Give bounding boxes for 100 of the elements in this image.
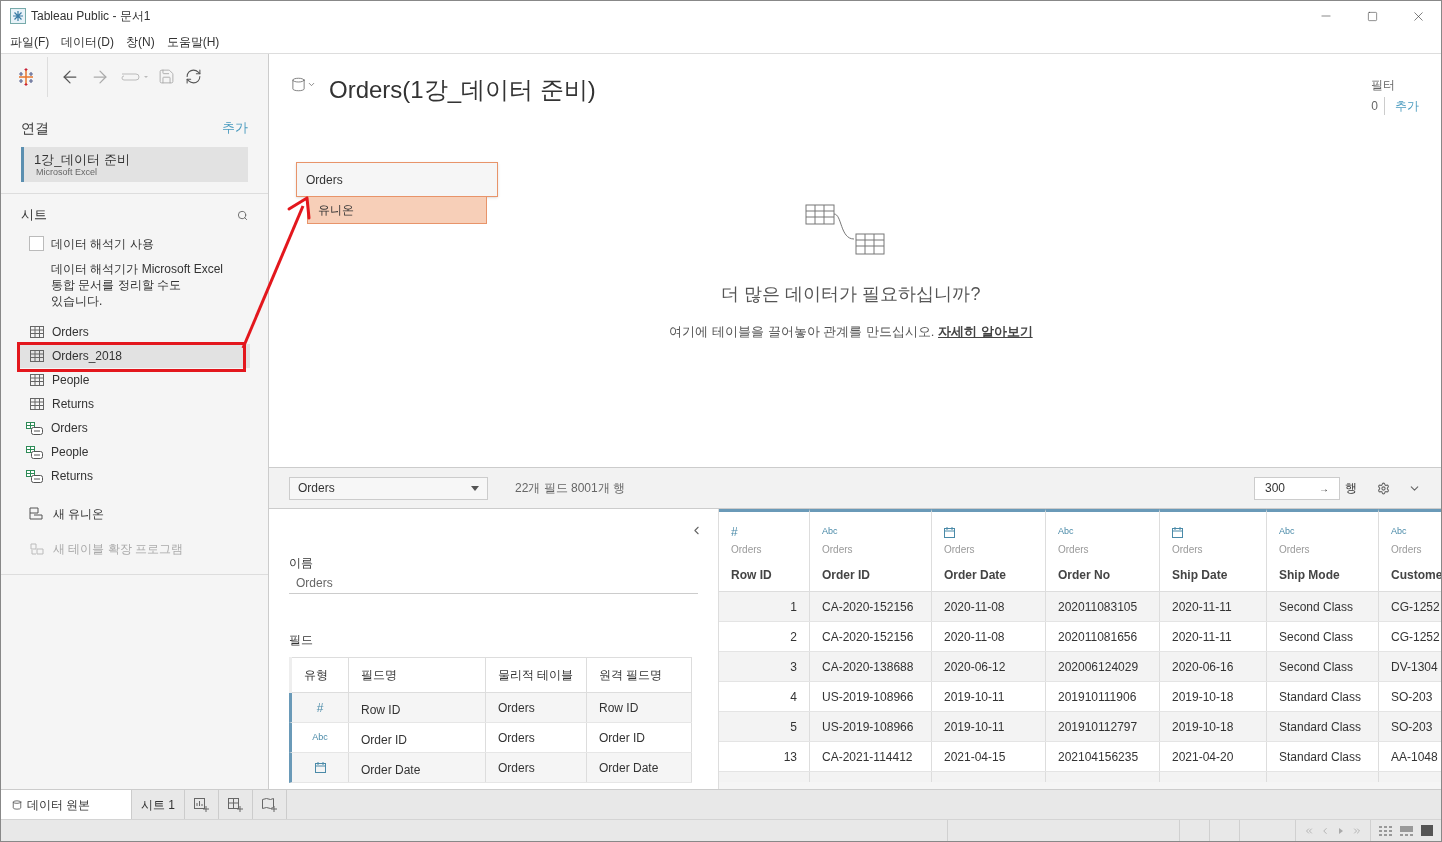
grid-view-icon[interactable]	[1379, 825, 1392, 836]
window-title: Tableau Public - 문서1	[31, 8, 151, 25]
rows-label: 행	[1345, 480, 1357, 497]
table-cell: Second Class	[1267, 592, 1379, 621]
table-cell: 2020-06-16	[1160, 652, 1267, 681]
empty-description: 여기에 테이블을 끌어놓아 관계를 만드십시오. 자세히 알아보기	[669, 323, 1033, 341]
table-cell: 1	[719, 592, 810, 621]
menu-item[interactable]: 데이터(D)	[55, 33, 120, 51]
table-cell: Row ID	[349, 693, 486, 722]
table-cell: US-2019-108966	[810, 712, 932, 741]
search-icon[interactable]	[237, 209, 248, 221]
calendar-icon	[1172, 526, 1183, 538]
column-source: Orders	[822, 543, 854, 557]
filter-label: 필터	[1371, 77, 1397, 94]
menu-item[interactable]: 창(N)	[120, 33, 161, 51]
connection-name: 1강_데이터 준비	[34, 151, 132, 167]
table-icon	[30, 398, 44, 410]
column-header[interactable]: 원격 필드명	[587, 658, 692, 692]
previous-page-icon[interactable]	[1320, 825, 1330, 836]
column-name: Order No	[1058, 567, 1111, 584]
table-cell: 2019-10-11	[932, 712, 1046, 741]
union-card[interactable]: 유니온	[307, 197, 487, 224]
settings-icon[interactable]	[1377, 481, 1390, 495]
tableau-logo-icon[interactable]	[17, 67, 35, 86]
new-union-link[interactable]: 새 유니온	[53, 505, 105, 523]
name-field[interactable]: Orders	[289, 572, 698, 594]
table-cell: 202006124029	[1046, 652, 1160, 681]
datasource-icon[interactable]	[291, 77, 306, 92]
table-cell: CA-2020-152156	[810, 622, 932, 651]
table-cell: 201910112797	[1046, 712, 1160, 741]
sheet-item[interactable]: People	[19, 368, 250, 392]
table-cell: Order ID	[587, 723, 692, 752]
column-source: Orders	[1279, 543, 1311, 557]
column-source: Orders	[731, 543, 763, 557]
table-cell: 2020-06-12	[932, 652, 1046, 681]
menu-item[interactable]: 파일(F)	[4, 33, 56, 51]
interpreter-description: 데이터 해석기가 Microsoft Excel 통합 문서를 정리할 수도 있습니다.	[50, 261, 225, 309]
column-header[interactable]: 필드명	[349, 658, 486, 692]
table-cell: 2019-10-18	[1160, 682, 1267, 711]
refresh-icon[interactable]	[185, 68, 202, 85]
table-cell: 2020-11-08	[932, 592, 1046, 621]
save-icon[interactable]	[158, 68, 175, 85]
column-source: Orders	[1172, 543, 1204, 557]
table-cell: AA-1048	[1379, 742, 1441, 771]
last-page-icon[interactable]	[1352, 825, 1362, 836]
table-cell: SO-203	[1379, 682, 1441, 711]
checkbox-label: 데이터 해석기 사용	[51, 235, 154, 253]
table-cell: 2019-10-18	[1160, 712, 1267, 741]
table-cell: Orders	[486, 723, 587, 752]
filmstrip-view-icon[interactable]	[1400, 825, 1413, 836]
column-name: Row ID	[731, 567, 773, 584]
section-title: 연결	[21, 118, 49, 138]
table-cell: 2021-04-20	[1160, 742, 1267, 771]
sheet-item[interactable]: Returns	[19, 392, 250, 416]
sheet-tab[interactable]: 데이터 원본	[1, 790, 132, 819]
calendar-icon	[944, 526, 955, 538]
table-icon	[30, 350, 44, 362]
maximize-icon	[1366, 10, 1378, 22]
table-cell: CG-1252	[1379, 622, 1441, 651]
column-header[interactable]: 유형	[292, 658, 349, 692]
table-cell: 2020-11-11	[1160, 622, 1267, 651]
string-type-icon: Abc	[1391, 525, 1407, 539]
connection-item[interactable]: 1강_데이터 준비 Microsoft Excel	[21, 147, 248, 182]
datasource-title: Orders(1강_데이터 준비)	[329, 75, 596, 105]
menu-item[interactable]: 도움말(H)	[160, 33, 226, 51]
union-icon	[29, 507, 43, 521]
column-source: Orders	[1058, 543, 1090, 557]
table-cell: Standard Class	[1267, 742, 1379, 771]
string-type-icon: Abc	[822, 525, 838, 539]
table-cell: CG-1252	[1379, 592, 1441, 621]
table-cell: 202011083105	[1046, 592, 1160, 621]
table-icon	[30, 374, 44, 386]
caret-icon[interactable]	[307, 80, 316, 89]
dropdown-caret-icon	[471, 485, 479, 491]
table-cell: Standard Class	[1267, 682, 1379, 711]
column-name: Ship Mode	[1279, 567, 1341, 584]
row-count-field[interactable]: 300 →	[1254, 476, 1340, 500]
redo-icon[interactable]	[120, 70, 148, 83]
learn-more-link[interactable]: 자세히 알아보기	[938, 324, 1033, 339]
sheet-item[interactable]: Orders	[19, 416, 250, 440]
table-cell: 202104156235	[1046, 742, 1160, 771]
column-name: Ship Date	[1172, 567, 1229, 584]
column-header[interactable]: 물리적 테이블	[486, 658, 587, 692]
apply-arrow-icon[interactable]: →	[1319, 480, 1329, 496]
new-worksheet-icon	[193, 797, 210, 812]
named-range-icon	[26, 421, 43, 435]
table-card[interactable]: Orders	[296, 162, 498, 197]
table-cell: Second Class	[1267, 652, 1379, 681]
sheet-item[interactable]: Returns	[19, 464, 250, 488]
sheet-item[interactable]: People	[19, 440, 250, 464]
checkbox[interactable]	[29, 236, 44, 251]
sheet-item[interactable]: Orders	[19, 320, 250, 344]
field-row-summary: 22개 필드 8001개 행	[515, 480, 626, 497]
table-cell: 4	[719, 682, 810, 711]
named-range-icon	[26, 445, 43, 459]
first-page-icon[interactable]	[1304, 825, 1314, 836]
section-title: 시트	[21, 206, 47, 225]
table-dropdown[interactable]: Orders	[289, 476, 488, 500]
table-cell: CA-2020-152156	[810, 592, 932, 621]
new-dashboard-icon	[227, 797, 244, 812]
